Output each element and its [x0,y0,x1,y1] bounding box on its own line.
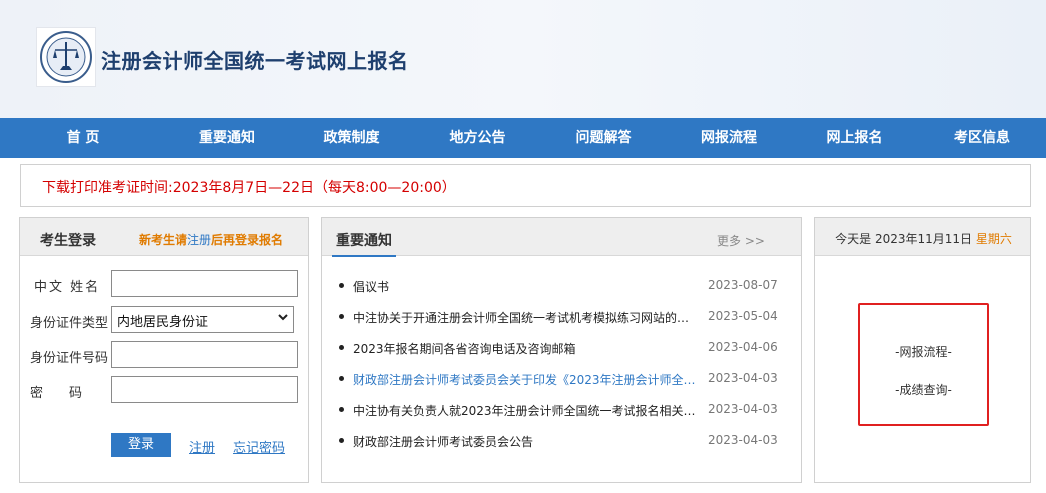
site-title: 注册会计师全国统一考试网上报名 [101,49,409,73]
news-date: 2023-04-03 [708,433,778,447]
site-header: 注册会计师全国统一考试网上报名 [0,0,1046,118]
login-panel: 考生登录 新考生请注册后再登录报名 中文 姓名 身份证件类型 内地居民身份证 身… [19,217,309,483]
password-label: 密 码 [30,386,83,401]
news-date: 2023-04-06 [708,340,778,354]
quick-links-box: -网报流程- -成绩查询- [858,303,989,426]
bullet-icon [339,314,344,319]
news-list: 倡议书 2023-08-07 中注协关于开通注册会计师全国统一考试机考模拟练习网… [322,276,803,462]
news-date: 2023-05-04 [708,309,778,323]
name-label: 中文 姓名 [34,280,101,295]
login-panel-header: 考生登录 新考生请注册后再登录报名 [20,218,308,256]
news-item[interactable]: 倡议书 2023-08-07 [322,276,803,307]
register-link[interactable]: 注册 [189,437,215,456]
password-row: 密 码 [20,376,310,404]
password-input[interactable] [111,376,298,403]
idtype-label: 身份证件类型 [30,316,109,331]
notice-text: 下载打印准考证时间:2023年8月7日—22日（每天8:00—20:00） [42,180,456,196]
nav-item-local-announcements[interactable]: 地方公告 [415,118,540,158]
news-date: 2023-04-03 [708,371,778,385]
news-item[interactable]: 财政部注册会计师考试委员会公告 2023-04-03 [322,431,803,462]
news-title[interactable]: 倡议书 [353,278,699,295]
admission-ticket-notice: 下载打印准考证时间:2023年8月7日—22日（每天8:00—20:00） [20,164,1031,207]
idnum-row: 身份证件号码 [20,341,310,369]
nav-item-important-notices[interactable]: 重要通知 [166,118,288,158]
idnum-input[interactable] [111,341,298,368]
news-title[interactable]: 财政部注册会计师考试委员会关于印发《2023年注册会计师全国统一考试报名简章》的… [353,371,699,388]
score-query-link[interactable]: -成绩查询- [860,381,987,398]
news-item[interactable]: 中注协有关负责人就2023年注册会计师全国统一考试报名相关问题答记者问 2023… [322,400,803,431]
today-date: 今天是 2023年11月11日 星期六 [835,232,1012,246]
news-item[interactable]: 财政部注册会计师考试委员会关于印发《2023年注册会计师全国统一考试报名简章》的… [322,369,803,400]
today-panel-header: 今天是 2023年11月11日 星期六 [815,218,1030,256]
bullet-icon [339,438,344,443]
idnum-label: 身份证件号码 [30,351,109,366]
active-tab-indicator [332,255,396,257]
bullet-icon [339,345,344,350]
bullet-icon [339,376,344,381]
login-title: 考生登录 [40,233,96,249]
news-title[interactable]: 中注协关于开通注册会计师全国统一考试机考模拟练习网站的公告 [353,309,699,326]
main-nav: 首 页 重要通知 政策制度 地方公告 问题解答 网报流程 网上报名 考区信息 [0,118,1046,158]
name-input[interactable] [111,270,298,297]
news-panel-header: 重要通知 更多 >> [322,218,801,257]
news-date: 2023-04-03 [708,402,778,416]
news-item[interactable]: 中注协关于开通注册会计师全国统一考试机考模拟练习网站的公告 2023-05-04 [322,307,803,338]
more-link[interactable]: 更多 >> [717,232,765,249]
bullet-icon [339,283,344,288]
login-button[interactable]: 登录 [111,433,171,457]
idtype-row: 身份证件类型 内地居民身份证 [20,306,310,334]
forgot-password-link[interactable]: 忘记密码 [233,437,285,456]
nav-item-online-registration[interactable]: 网上报名 [791,118,918,158]
nav-item-policies[interactable]: 政策制度 [288,118,415,158]
idtype-selected-value: 内地居民身份证 [117,315,209,330]
chevron-down-icon [277,311,289,326]
news-title[interactable]: 2023年报名期间各省咨询电话及咨询邮箱 [353,340,699,357]
today-panel: 今天是 2023年11月11日 星期六 -网报流程- -成绩查询- [814,217,1031,483]
register-hint-link[interactable]: 注册 [187,233,211,247]
news-title[interactable]: 财政部注册会计师考试委员会公告 [353,433,699,450]
idtype-select[interactable]: 内地居民身份证 [111,306,294,333]
news-title[interactable]: 中注协有关负责人就2023年注册会计师全国统一考试报名相关问题答记者问 [353,402,699,419]
news-item[interactable]: 2023年报名期间各省咨询电话及咨询邮箱 2023-04-06 [322,338,803,369]
registration-process-link[interactable]: -网报流程- [860,343,987,360]
bullet-icon [339,407,344,412]
weekday: 星期六 [975,232,1012,246]
tab-important-notices[interactable]: 重要通知 [336,230,392,250]
news-panel: 重要通知 更多 >> 倡议书 2023-08-07 中注协关于开通注册会计师全国… [321,217,802,483]
nav-item-registration-process[interactable]: 网报流程 [667,118,791,158]
nav-item-faq[interactable]: 问题解答 [540,118,667,158]
cicpa-logo-icon [36,27,96,87]
register-hint: 新考生请注册后再登录报名 [139,233,284,247]
nav-item-exam-area-info[interactable]: 考区信息 [918,118,1046,158]
name-row: 中文 姓名 [20,270,310,298]
nav-item-home[interactable]: 首 页 [0,118,166,158]
news-date: 2023-08-07 [708,278,778,292]
